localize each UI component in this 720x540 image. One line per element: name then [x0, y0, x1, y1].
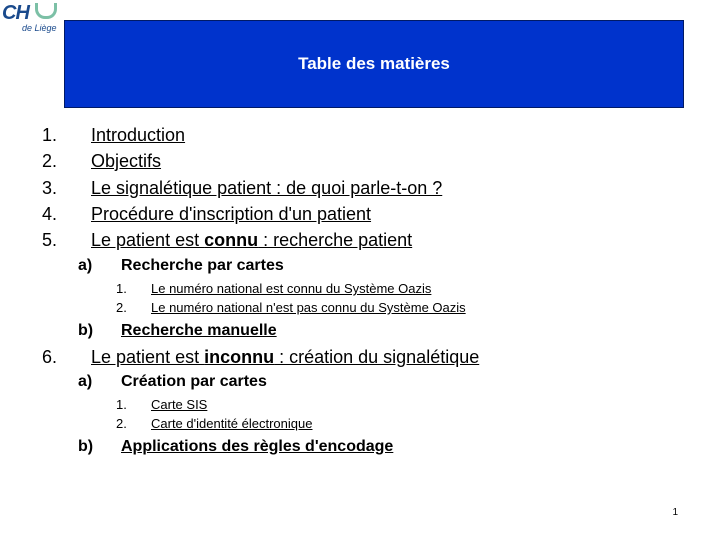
toc-letter: b): [78, 438, 94, 455]
toc-link[interactable]: Le patient est inconnu : création du sig…: [91, 347, 479, 368]
toc-heading: Création par cartes: [121, 373, 267, 390]
toc-letter: a): [78, 373, 93, 390]
toc-link[interactable]: Recherche manuelle: [121, 322, 277, 340]
toc-link[interactable]: Le numéro national n'est pas connu du Sy…: [151, 300, 466, 315]
toc-number: 4.: [42, 204, 58, 224]
toc-number: 5.: [42, 230, 58, 250]
toc-letter: b): [78, 322, 94, 339]
toc-number: 6.: [42, 347, 58, 367]
toc-text: : création du signalétique: [274, 347, 480, 367]
toc-heading: Recherche par cartes: [121, 257, 284, 274]
toc-text-bold: connu: [204, 230, 259, 250]
toc-link[interactable]: Applications des règles d'encodage: [121, 438, 393, 456]
toc-letter: a): [78, 257, 93, 274]
toc-number: 1.: [116, 281, 127, 296]
logo-u-shape: [35, 3, 57, 19]
toc-link[interactable]: Objectifs: [91, 151, 161, 172]
toc-number: 1.: [42, 125, 58, 145]
toc-text-bold: inconnu: [204, 347, 275, 367]
toc-text: : recherche patient: [258, 230, 413, 250]
toc-link[interactable]: Introduction: [91, 125, 185, 146]
chu-liege-logo: CH de Liège: [2, 3, 64, 33]
toc-number: 2.: [116, 416, 127, 431]
toc-number: 3.: [42, 178, 58, 198]
logo-text: CH: [2, 2, 30, 24]
toc-link[interactable]: Carte d'identité électronique: [151, 416, 312, 431]
title-banner: Table des matières: [64, 20, 684, 108]
toc-link[interactable]: Le signalétique patient : de quoi parle-…: [91, 178, 442, 199]
toc-number: 1.: [116, 397, 127, 412]
toc-number: 2.: [42, 151, 58, 171]
toc-link[interactable]: Le patient est connu : recherche patient: [91, 230, 412, 251]
page-number: 1: [672, 507, 678, 518]
toc-text: Le patient est: [91, 230, 205, 250]
toc-text: Le patient est: [91, 347, 205, 367]
toc-number: 2.: [116, 300, 127, 315]
toc-link[interactable]: Carte SIS: [151, 397, 207, 412]
toc-link[interactable]: Procédure d'inscription d'un patient: [91, 204, 371, 225]
page-title: Table des matières: [298, 54, 450, 73]
logo-subtitle: de Liège: [22, 23, 57, 33]
toc-link[interactable]: Le numéro national est connu du Système …: [151, 281, 431, 296]
